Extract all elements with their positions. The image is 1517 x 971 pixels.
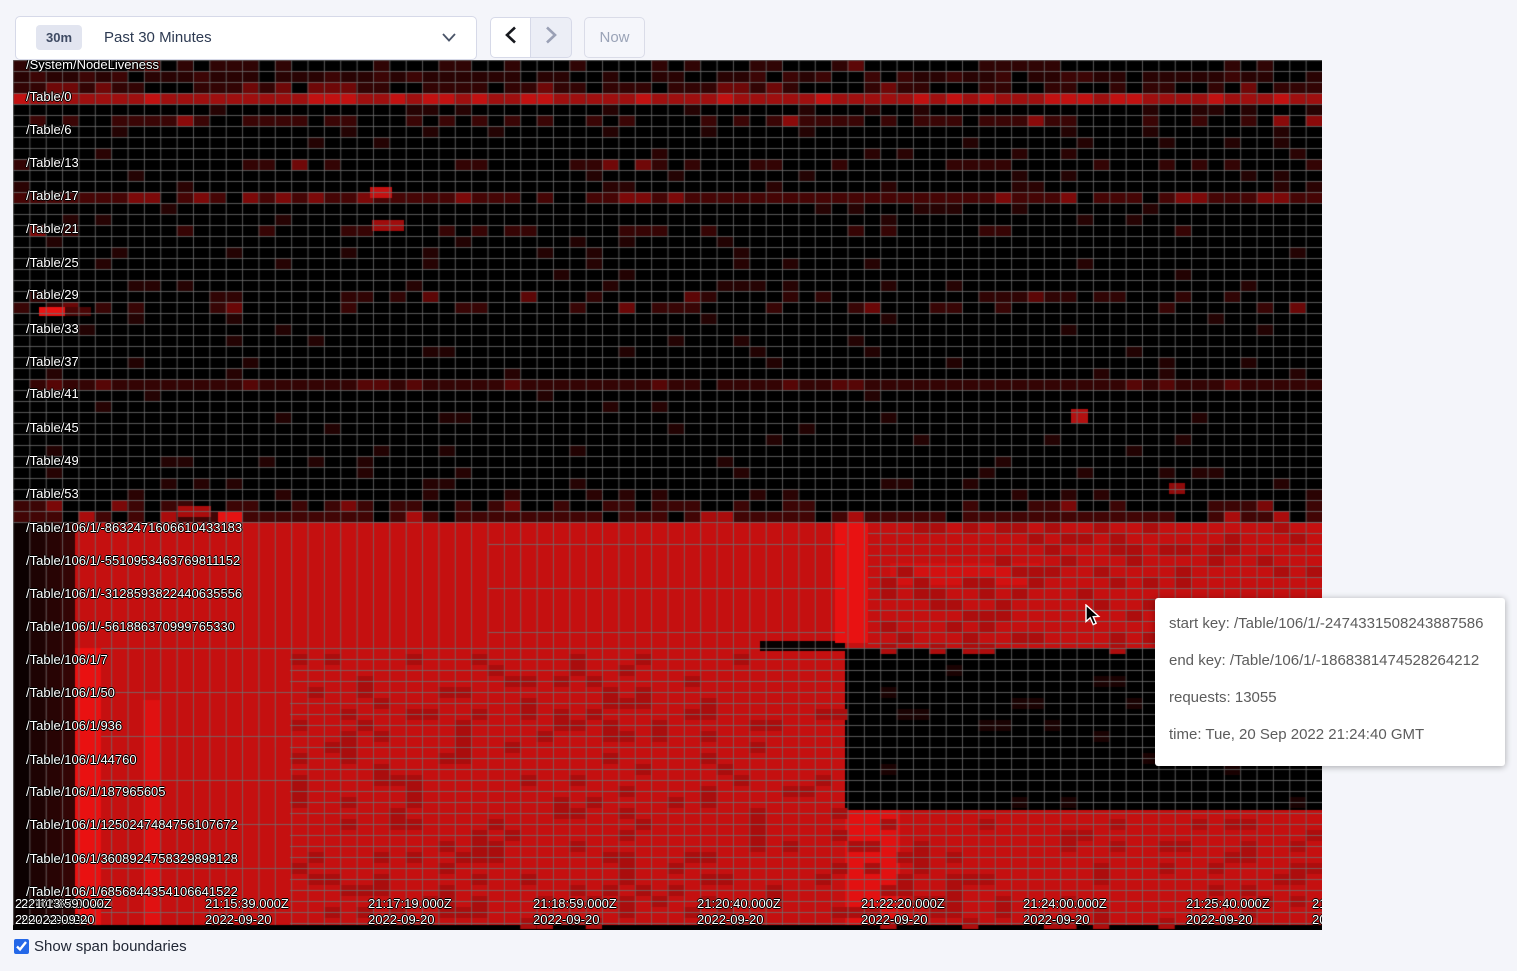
tooltip-start-key: start key: /Table/106/1/-247433150824388… — [1169, 612, 1491, 635]
heatmap-tooltip: start key: /Table/106/1/-247433150824388… — [1155, 598, 1505, 766]
tooltip-end-key: end key: /Table/106/1/-18683814745282642… — [1169, 649, 1491, 672]
key-visualizer[interactable]: /System/NodeLiveness/Table/0/Table/6/Tab… — [13, 60, 1322, 930]
tooltip-time: time: Tue, 20 Sep 2022 21:24:40 GMT — [1169, 723, 1491, 746]
time-range-label: Past 30 Minutes — [104, 29, 212, 46]
next-time-button[interactable] — [531, 17, 572, 58]
keyspace-heatmap-canvas[interactable] — [13, 60, 1322, 930]
show-span-boundaries-checkbox[interactable] — [14, 939, 29, 954]
chevron-down-icon — [442, 33, 456, 42]
tooltip-requests: requests: 13055 — [1169, 686, 1491, 709]
prev-time-button[interactable] — [490, 17, 531, 58]
time-range-select[interactable]: 30m Past 30 Minutes — [15, 16, 477, 60]
time-range-badge: 30m — [36, 25, 82, 50]
chevron-left-icon — [505, 26, 517, 49]
time-nav-group — [490, 17, 572, 58]
footer: Show span boundaries — [14, 938, 187, 955]
toolbar: 30m Past 30 Minutes Now — [0, 0, 1517, 60]
chevron-right-icon — [545, 26, 557, 49]
now-button[interactable]: Now — [584, 17, 645, 58]
show-span-boundaries-label: Show span boundaries — [34, 938, 187, 955]
